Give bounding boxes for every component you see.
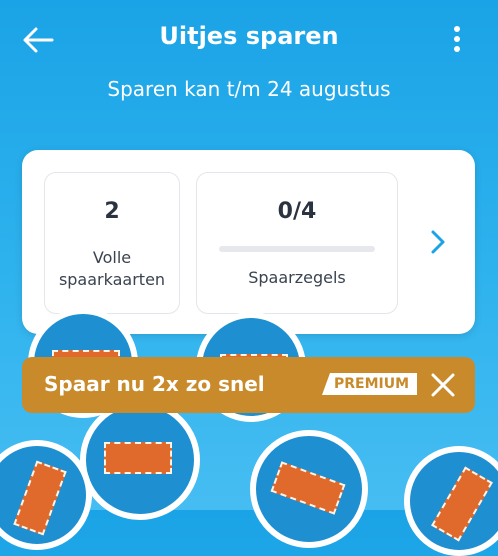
- stamp-illustration: [0, 440, 92, 550]
- top-bar: Uitjes sparen: [0, 0, 498, 78]
- chevron-right-icon[interactable]: [426, 227, 450, 257]
- savings-card[interactable]: 2 Volle spaarkaarten 0/4 Spaarzegels: [22, 150, 475, 334]
- stamps-tile: 0/4 Spaarzegels: [196, 172, 398, 314]
- premium-promo-banner[interactable]: Spaar nu 2x zo snel PREMIUM: [22, 357, 475, 413]
- more-options-icon[interactable]: [450, 26, 464, 56]
- stamps-progress-bar: [219, 246, 375, 252]
- promo-text: Spaar nu 2x zo snel: [44, 372, 265, 396]
- full-cards-tile: 2 Volle spaarkaarten: [44, 172, 180, 314]
- close-icon[interactable]: [430, 372, 456, 398]
- full-cards-label: Volle spaarkaarten: [58, 248, 166, 289]
- stamps-label: Spaarzegels: [248, 268, 346, 287]
- stamp-illustration: [80, 400, 200, 520]
- stamp-illustration: [404, 446, 498, 556]
- full-cards-count: 2: [104, 199, 120, 224]
- stamps-count: 0/4: [277, 199, 317, 224]
- deadline-subtitle: Sparen kan t/m 24 augustus: [107, 77, 391, 101]
- premium-badge: PREMIUM: [322, 373, 418, 395]
- page-title: Uitjes sparen: [159, 22, 339, 50]
- stamp-illustration: [250, 430, 368, 548]
